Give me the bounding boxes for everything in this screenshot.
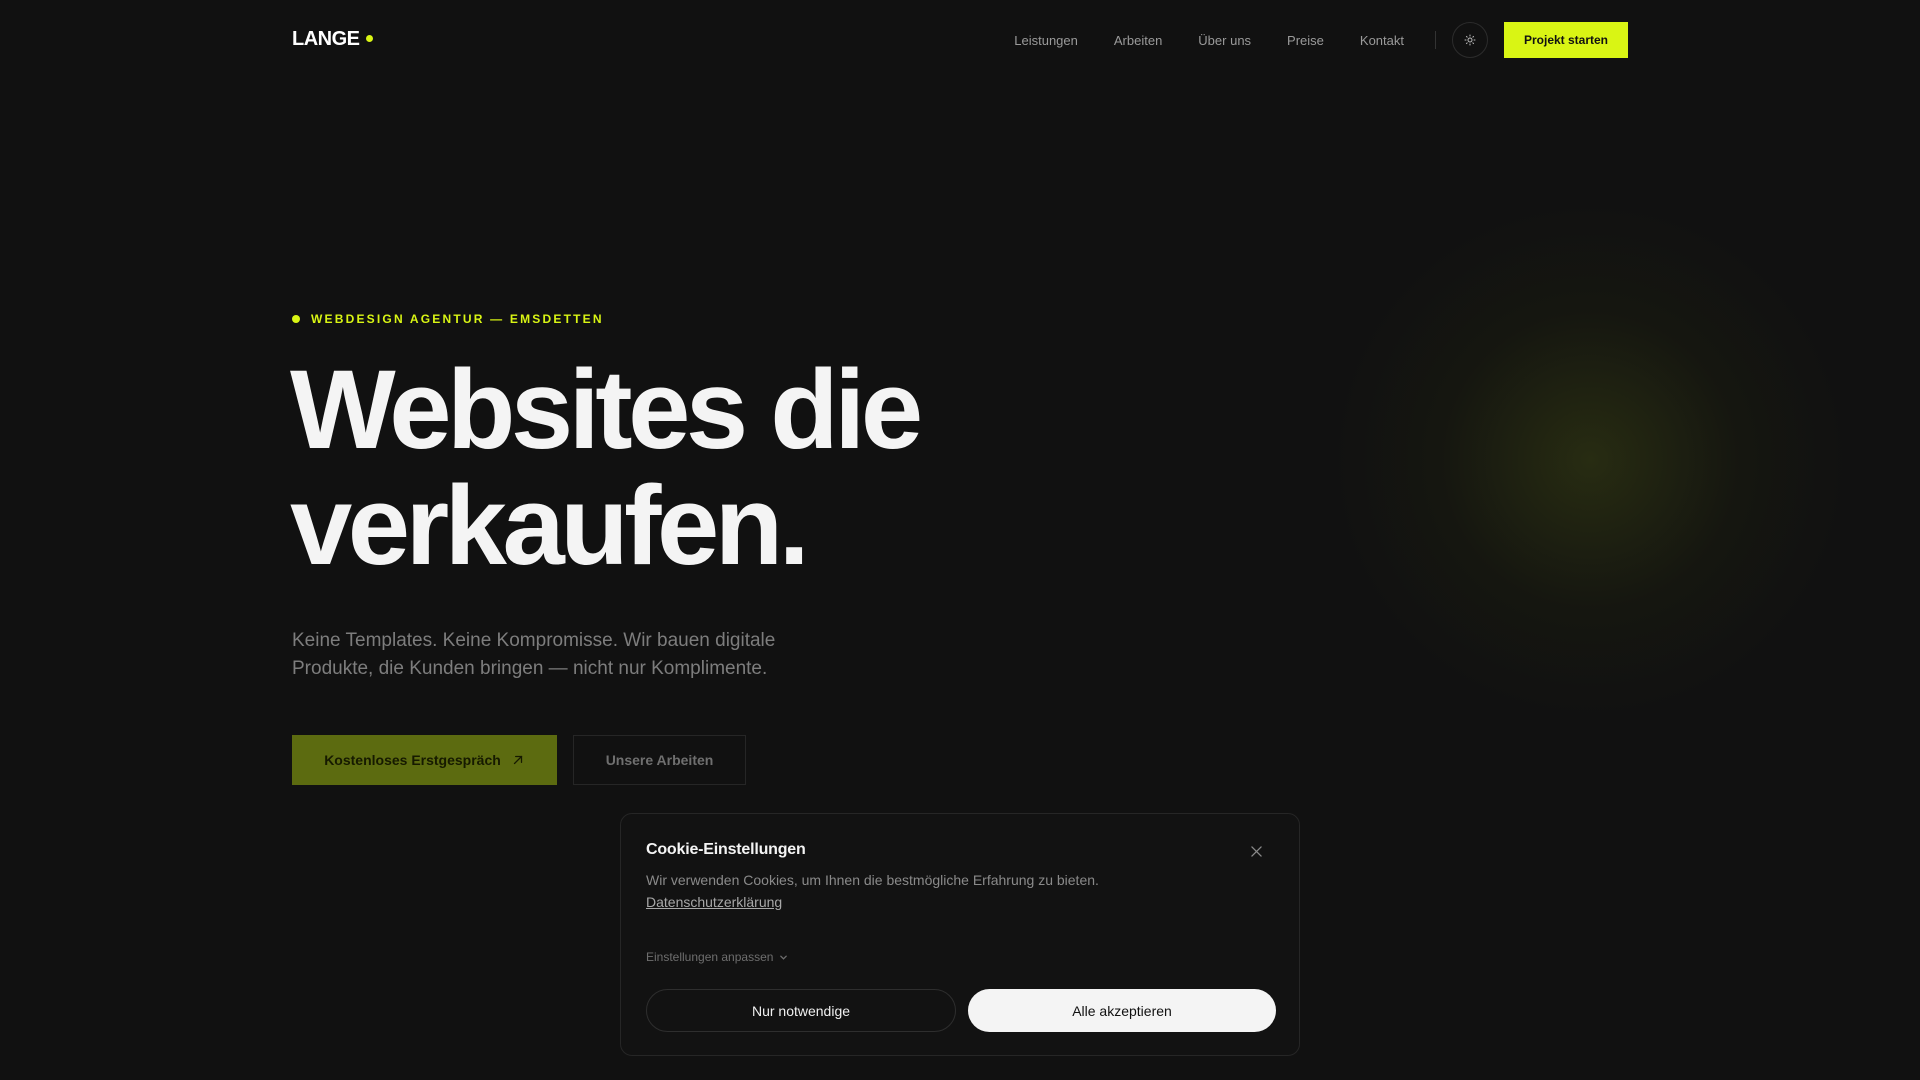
free-consultation-button[interactable]: Kostenloses Erstgespräch xyxy=(292,735,557,785)
site-header: LANGE Leistungen Arbeiten Über uns Preis… xyxy=(292,22,1628,58)
free-consultation-label: Kostenloses Erstgespräch xyxy=(324,752,501,768)
chevron-down-icon xyxy=(780,955,788,960)
hero-title: Websites die verkaufen. xyxy=(290,352,1090,584)
customize-settings-label: Einstellungen anpassen xyxy=(646,950,774,964)
hero-eyebrow: WEBDESIGN AGENTUR — EMSDETTEN xyxy=(292,312,604,326)
cookie-description: Wir verwenden Cookies, um Ihnen die best… xyxy=(646,872,1099,888)
eyebrow-dot xyxy=(292,315,300,323)
cookie-dialog: Cookie-Einstellungen Wir verwenden Cooki… xyxy=(620,813,1300,1056)
logo-text: LANGE xyxy=(292,28,360,50)
necessary-only-button[interactable]: Nur notwendige xyxy=(646,989,956,1032)
logo[interactable]: LANGE xyxy=(292,28,373,51)
customize-settings-toggle[interactable]: Einstellungen anpassen xyxy=(646,950,788,964)
nav-divider xyxy=(1435,31,1436,49)
close-icon[interactable] xyxy=(1249,844,1263,858)
hero-subtitle-line-1: Keine Templates. Keine Kompromisse. Wir … xyxy=(292,630,776,651)
nav-item-preise[interactable]: Preise xyxy=(1287,33,1324,48)
eyebrow-text: WEBDESIGN AGENTUR — EMSDETTEN xyxy=(311,312,604,326)
main-nav: Leistungen Arbeiten Über uns Preise Kont… xyxy=(1014,33,1404,48)
hero-title-line-1: Websites die xyxy=(290,347,923,472)
nav-item-kontakt[interactable]: Kontakt xyxy=(1360,33,1404,48)
theme-toggle-button[interactable] xyxy=(1452,22,1488,58)
arrow-up-right-icon xyxy=(513,755,522,765)
nav-item-leistungen[interactable]: Leistungen xyxy=(1014,33,1078,48)
privacy-policy-link[interactable]: Datenschutzerklärung xyxy=(646,894,782,910)
background-glow xyxy=(1330,200,1850,720)
sun-icon xyxy=(1464,34,1476,46)
our-work-button[interactable]: Unsere Arbeiten xyxy=(573,735,746,785)
nav-item-ueber-uns[interactable]: Über uns xyxy=(1198,33,1251,48)
hero-subtitle: Keine Templates. Keine Kompromisse. Wir … xyxy=(292,627,852,683)
nav-item-arbeiten[interactable]: Arbeiten xyxy=(1114,33,1162,48)
hero-subtitle-line-2: Produkte, die Kunden bringen — nicht nur… xyxy=(292,658,768,679)
cookie-title: Cookie-Einstellungen xyxy=(646,841,806,858)
accept-all-button[interactable]: Alle akzeptieren xyxy=(968,989,1276,1032)
hero-title-line-2: verkaufen. xyxy=(290,463,810,588)
logo-dot xyxy=(365,35,373,42)
start-project-button[interactable]: Projekt starten xyxy=(1504,22,1628,58)
